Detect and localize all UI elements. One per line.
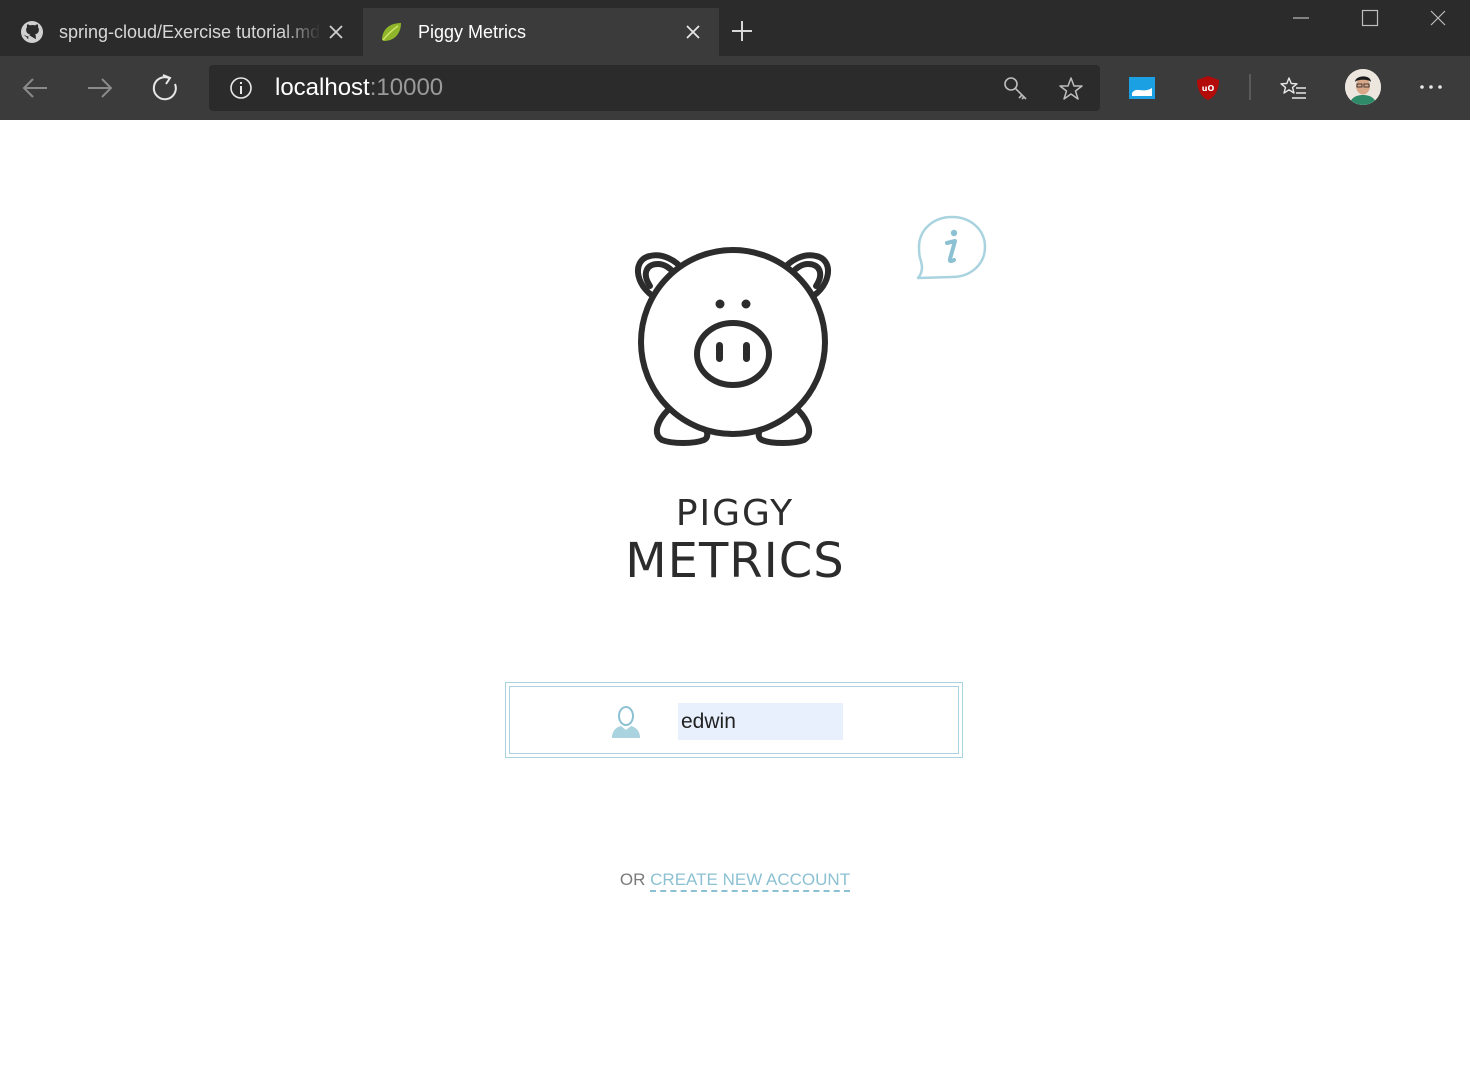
back-arrow-icon[interactable]: [17, 70, 53, 106]
close-window-button[interactable]: [1404, 0, 1470, 34]
create-account-line: OR CREATE NEW ACCOUNT: [560, 870, 910, 892]
url-host: localhost: [275, 74, 370, 101]
favorites-list-icon[interactable]: [1280, 74, 1308, 102]
ublock-icon[interactable]: uO: [1194, 74, 1222, 102]
close-tab-icon[interactable]: [326, 22, 346, 42]
toolbar-separator: [1249, 74, 1251, 100]
leaf-icon: [382, 23, 401, 41]
maximize-icon: [1361, 9, 1379, 27]
page-content: PIGGY METRICS OR CREATE NEW ACCOUNT: [0, 120, 1470, 1066]
create-account-link[interactable]: CREATE NEW ACCOUNT: [650, 870, 851, 892]
reading-list-icon[interactable]: [1128, 74, 1156, 102]
more-options-icon[interactable]: [1416, 74, 1446, 100]
login-box-inner: [509, 686, 959, 754]
refresh-icon[interactable]: [148, 70, 184, 106]
brand-title-line1: PIGGY: [675, 493, 795, 534]
browser-tab-bar: spring-cloud/Exercise tutorial.md Piggy …: [0, 0, 1470, 56]
svg-text:uO: uO: [1202, 84, 1215, 93]
or-text: OR: [619, 870, 646, 889]
minimize-button[interactable]: [1267, 0, 1335, 34]
user-icon: [612, 706, 640, 738]
tab-title: Piggy Metrics: [418, 22, 527, 42]
tab-piggy-metrics[interactable]: Piggy Metrics: [363, 8, 719, 56]
github-icon: [21, 21, 43, 43]
url-port: :10000: [369, 74, 444, 101]
profile-avatar[interactable]: [1345, 69, 1381, 105]
address-bar[interactable]: localhost:10000: [209, 65, 1100, 111]
forward-arrow-icon[interactable]: [82, 70, 118, 106]
key-icon[interactable]: [1002, 75, 1030, 103]
brand-title-line2: METRICS: [625, 533, 845, 589]
tab-github[interactable]: spring-cloud/Exercise tutorial.md: [0, 8, 362, 56]
tab-title: spring-cloud/Exercise tutorial.md: [59, 22, 321, 42]
url-text: localhost:10000: [275, 75, 443, 101]
close-tab-icon[interactable]: [683, 22, 703, 42]
new-tab-icon[interactable]: [728, 16, 756, 46]
info-bubble-icon[interactable]: [914, 213, 990, 285]
login-box: [505, 682, 963, 758]
close-icon: [1430, 10, 1446, 26]
piggy-logo-icon: [635, 247, 831, 446]
username-input[interactable]: [678, 703, 843, 740]
maximize-button[interactable]: [1336, 0, 1404, 34]
browser-toolbar: localhost:10000 uO: [0, 56, 1470, 120]
favorite-star-icon[interactable]: [1057, 75, 1085, 103]
avatar-image: [1345, 69, 1381, 105]
minimize-icon: [1293, 17, 1309, 19]
site-info-icon[interactable]: [229, 76, 253, 100]
